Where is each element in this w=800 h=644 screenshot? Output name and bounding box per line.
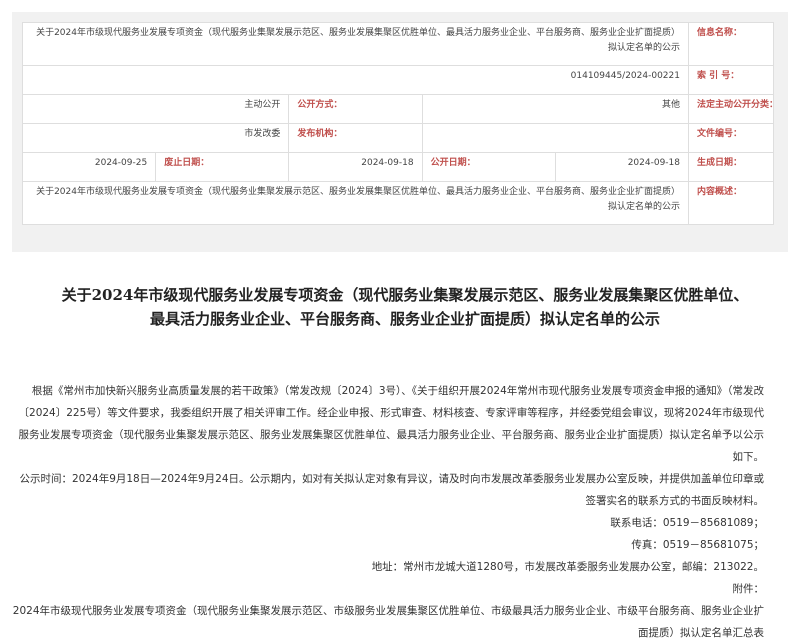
expire-label: 废止日期：	[155, 152, 290, 182]
body-paragraph-period: 公示时间：2024年9月18日—2024年9月24日。公示期内，如对有关拟认定对…	[19, 473, 764, 507]
document-title: 关于2024年市级现代服务业发展专项资金（现代服务业集聚发展示范区、服务业发展集…	[61, 286, 749, 328]
category-value: 其他	[421, 94, 690, 124]
issuer-label: 发布机构：	[288, 123, 423, 153]
published-label: 公开日期：	[421, 152, 556, 182]
metadata-table: 关于2024年市级现代服务业发展专项资金（现代服务业集聚发展示范区、服务业发展集…	[21, 22, 778, 225]
contact-phone: 联系电话：0519－85681089；	[610, 517, 764, 529]
document-body: 根据《常州市加快新兴服务业高质量发展的若干政策》（常发改规〔2024〕3号）、《…	[12, 380, 788, 644]
created-label: 生成日期：	[688, 152, 774, 182]
method-label: 公开方式：	[288, 94, 423, 124]
method-value: 主动公开	[21, 94, 290, 124]
attachment-link[interactable]: 2024年市级现代服务业发展专项资金（现代服务业集聚发展示范区、市级服务业发展集…	[12, 600, 788, 644]
info-name-label: 信息名称：	[688, 22, 774, 66]
body-paragraph-basis: 根据《常州市加快新兴服务业高质量发展的若干政策》（常发改规〔2024〕3号）、《…	[18, 385, 765, 463]
contact-fax: 传真：0519－85681075；	[631, 539, 764, 551]
contact-address: 地址：常州市龙城大道1280号，市发展改革委服务业发展办公室，邮编：213022…	[371, 561, 764, 573]
info-name-value: 关于2024年市级现代服务业发展专项资金（现代服务业集聚发展示范区、服务业发展集…	[22, 22, 689, 66]
issuer-value: 市发改委	[21, 123, 290, 153]
index-value: 014109445/2024-00221	[22, 65, 689, 95]
index-label: 索 引 号：	[688, 65, 774, 95]
created-value: 2024-09-18	[554, 152, 690, 182]
summary-label: 内容概述：	[688, 181, 774, 225]
metadata-panel: 关于2024年市级现代服务业发展专项资金（现代服务业集聚发展示范区、服务业发展集…	[12, 12, 788, 252]
summary-value: 关于2024年市级现代服务业发展专项资金（现代服务业集聚发展示范区、服务业发展集…	[22, 181, 689, 225]
attachment-label: 附件：	[732, 583, 765, 595]
category-label: 法定主动公开分类：	[688, 94, 778, 124]
expire-value: 2024-09-25	[21, 152, 157, 182]
published-value: 2024-09-18	[288, 152, 423, 182]
docno-value	[421, 123, 690, 153]
docno-label: 文件编号：	[688, 123, 774, 153]
